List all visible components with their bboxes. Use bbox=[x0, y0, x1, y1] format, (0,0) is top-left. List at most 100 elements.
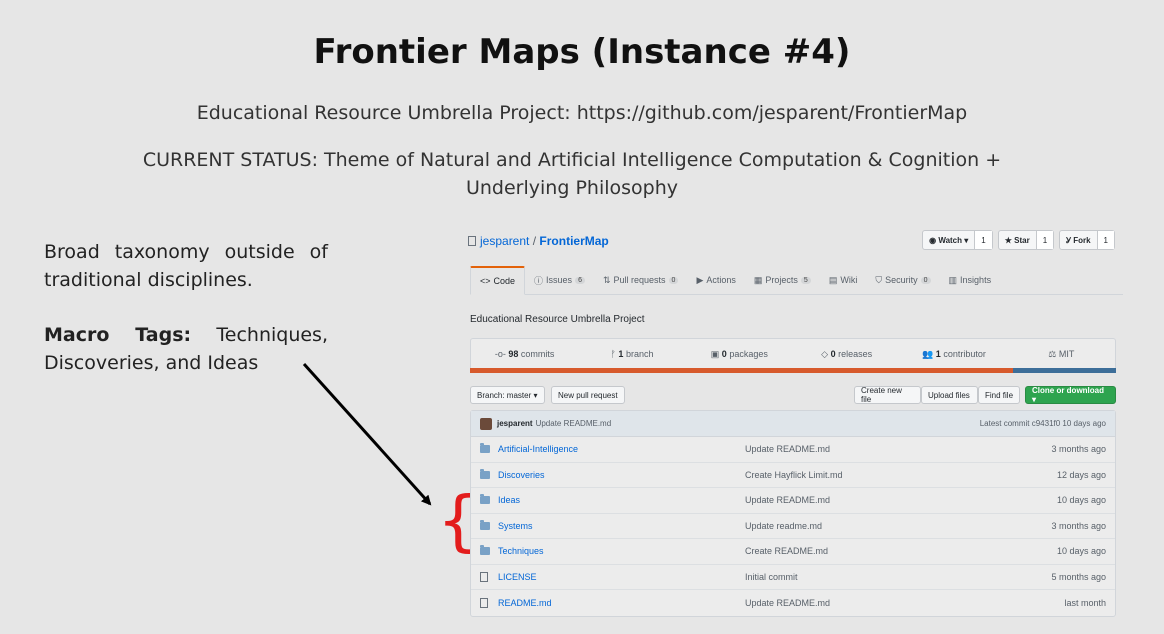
tab-pull-requests[interactable]: ⇅ Pull requests 0 bbox=[594, 266, 687, 294]
file-name[interactable]: Ideas bbox=[498, 495, 745, 505]
branch-link[interactable]: ᚠ 1 branch bbox=[578, 349, 685, 359]
file-name[interactable]: Techniques bbox=[498, 546, 745, 556]
tab-label: Code bbox=[493, 276, 516, 286]
repo-path-separator: / bbox=[532, 234, 537, 248]
tab-code[interactable]: <> Code bbox=[470, 266, 526, 295]
folder-icon bbox=[480, 545, 490, 556]
file-name[interactable]: LICENSE bbox=[498, 572, 745, 582]
tag-icon: ◇ bbox=[821, 348, 831, 359]
language-segment-primary bbox=[470, 368, 1013, 373]
watch-button[interactable]: ◉ Watch ▾ 1 bbox=[922, 230, 993, 250]
file-row-discoveries[interactable]: Discoveries Create Hayflick Limit.md 12 … bbox=[471, 463, 1115, 488]
star-label: ★ Star bbox=[999, 231, 1037, 249]
file-commit-message[interactable]: Create Hayflick Limit.md bbox=[745, 470, 1057, 480]
watch-count[interactable]: 1 bbox=[975, 231, 992, 249]
packages-link[interactable]: ▣ 0 packages bbox=[686, 349, 793, 360]
folder-icon bbox=[480, 519, 490, 530]
file-row-techniques[interactable]: Techniques Create README.md 10 days ago bbox=[471, 539, 1115, 565]
file-commit-message[interactable]: Initial commit bbox=[745, 572, 1051, 582]
tab-counter: 0 bbox=[668, 276, 679, 284]
pointer-arrow-icon bbox=[302, 362, 432, 506]
file-row-license[interactable]: LICENSE Initial commit 5 months ago bbox=[471, 565, 1115, 590]
file-row-ideas[interactable]: Ideas Update README.md 10 days ago bbox=[471, 488, 1115, 514]
clone-or-download-button[interactable]: Clone or download ▾ bbox=[1025, 386, 1116, 404]
releases-count: 0 bbox=[830, 348, 836, 359]
file-age: 3 months ago bbox=[1051, 444, 1106, 455]
tab-counter: 6 bbox=[575, 276, 585, 284]
file-row-artificial-intelligence[interactable]: Artificial-Intelligence Update README.md… bbox=[471, 437, 1115, 463]
package-icon: ▣ bbox=[710, 348, 722, 359]
tab-actions[interactable]: ▶ Actions bbox=[687, 266, 744, 294]
upload-files-button[interactable]: Upload files bbox=[921, 386, 978, 404]
commits-link[interactable]: -o- 98 commits bbox=[471, 349, 578, 359]
file-age: 10 days ago bbox=[1056, 546, 1106, 557]
tab-label: Issues bbox=[546, 275, 573, 285]
find-file-button[interactable]: Find file bbox=[978, 386, 1020, 404]
packages-count: 0 bbox=[721, 348, 727, 359]
repo-description: Educational Resource Umbrella Project bbox=[470, 314, 645, 325]
file-commit-message[interactable]: Update README.md bbox=[745, 598, 1064, 608]
avatar[interactable] bbox=[480, 417, 492, 430]
releases-link[interactable]: ◇ 0 releases bbox=[793, 349, 900, 360]
repo-stats-bar: -o- 98 commits ᚠ 1 branch ▣ 0 packages ◇… bbox=[470, 338, 1116, 369]
language-bar[interactable] bbox=[470, 368, 1116, 373]
watch-label: Watch ▾ bbox=[938, 235, 969, 245]
people-icon: 👥 bbox=[922, 348, 936, 359]
branch-select-button[interactable]: Branch: master ▾ bbox=[470, 386, 545, 404]
tab-insights[interactable]: ▥ Insights bbox=[940, 266, 1001, 294]
tab-label: Wiki bbox=[840, 275, 858, 285]
file-name[interactable]: Systems bbox=[498, 521, 745, 531]
file-name[interactable]: README.md bbox=[498, 598, 745, 608]
latest-commit-info[interactable]: Latest commit c9431f0 10 days ago bbox=[980, 419, 1106, 428]
license-label: MIT bbox=[1058, 348, 1075, 359]
fork-count[interactable]: 1 bbox=[1097, 231, 1114, 249]
file-name[interactable]: Artificial-Intelligence bbox=[498, 444, 745, 454]
latest-commit-row: jesparent Update README.md Latest commit… bbox=[471, 411, 1115, 437]
file-age: 10 days ago bbox=[1056, 495, 1106, 506]
file-commit-message[interactable]: Update README.md bbox=[745, 444, 1051, 454]
tab-label: Pull requests bbox=[613, 275, 666, 285]
shield-icon: ⛉ bbox=[875, 274, 883, 285]
license-link[interactable]: ⚖ MIT bbox=[1008, 349, 1115, 360]
tab-wiki[interactable]: ▤ Wiki bbox=[820, 266, 867, 294]
play-icon: ▶ bbox=[696, 274, 704, 285]
repo-owner-link[interactable]: jesparent bbox=[480, 234, 529, 248]
commit-author[interactable]: jesparent bbox=[497, 419, 533, 428]
fork-label: Fork bbox=[1073, 235, 1091, 245]
law-icon: ⚖ bbox=[1048, 348, 1059, 359]
fork-icon: Ỿ bbox=[1066, 235, 1074, 245]
contributors-link[interactable]: 👥 1 contributor bbox=[900, 349, 1007, 360]
star-button[interactable]: ★ Star 1 bbox=[997, 230, 1055, 250]
tab-label: Insights bbox=[960, 275, 992, 285]
file-commit-message[interactable]: Create README.md bbox=[745, 546, 1057, 556]
tab-counter: 0 bbox=[920, 276, 931, 284]
github-repo-screenshot: jesparent / FrontierMap ◉ Watch ▾ 1 ★ St… bbox=[460, 222, 1123, 624]
file-row-systems[interactable]: Systems Update readme.md 3 months ago bbox=[471, 514, 1115, 539]
branch-label: branch bbox=[625, 349, 654, 359]
file-list: jesparent Update README.md Latest commit… bbox=[470, 410, 1116, 617]
tab-label: Security bbox=[885, 275, 918, 285]
create-new-file-button[interactable]: Create new file bbox=[854, 386, 921, 404]
tab-label: Projects bbox=[765, 275, 798, 285]
repo-name-link[interactable]: FrontierMap bbox=[539, 234, 608, 248]
tab-issues[interactable]: ⓘ Issues 6 bbox=[525, 266, 594, 294]
branch-count: 1 bbox=[618, 349, 624, 359]
file-row-readme[interactable]: README.md Update README.md last month bbox=[471, 590, 1115, 616]
graph-icon: ▥ bbox=[948, 274, 958, 285]
commit-message[interactable]: Update README.md bbox=[536, 419, 612, 428]
new-pull-request-button[interactable]: New pull request bbox=[551, 386, 625, 404]
tab-security[interactable]: ⛉ Security 0 bbox=[866, 266, 939, 294]
file-name[interactable]: Discoveries bbox=[498, 470, 745, 480]
commit-icon: -o- bbox=[494, 349, 509, 359]
folder-icon bbox=[480, 443, 490, 454]
repo-actions: ◉ Watch ▾ 1 ★ Star 1 Ỿ Fork 1 bbox=[922, 230, 1115, 250]
file-age: 5 months ago bbox=[1051, 571, 1106, 582]
tab-projects[interactable]: ▦ Projects 5 bbox=[745, 266, 820, 294]
file-commit-message[interactable]: Update README.md bbox=[745, 495, 1057, 505]
code-icon: <> bbox=[480, 276, 491, 286]
repo-tabs: <> Code ⓘ Issues 6 ⇅ Pull requests 0 ▶ Actions… bbox=[470, 266, 1123, 295]
file-commit-message[interactable]: Update readme.md bbox=[745, 521, 1051, 531]
tab-counter: 5 bbox=[800, 276, 811, 284]
fork-button[interactable]: Ỿ Fork 1 bbox=[1059, 230, 1115, 250]
star-count[interactable]: 1 bbox=[1036, 231, 1054, 249]
